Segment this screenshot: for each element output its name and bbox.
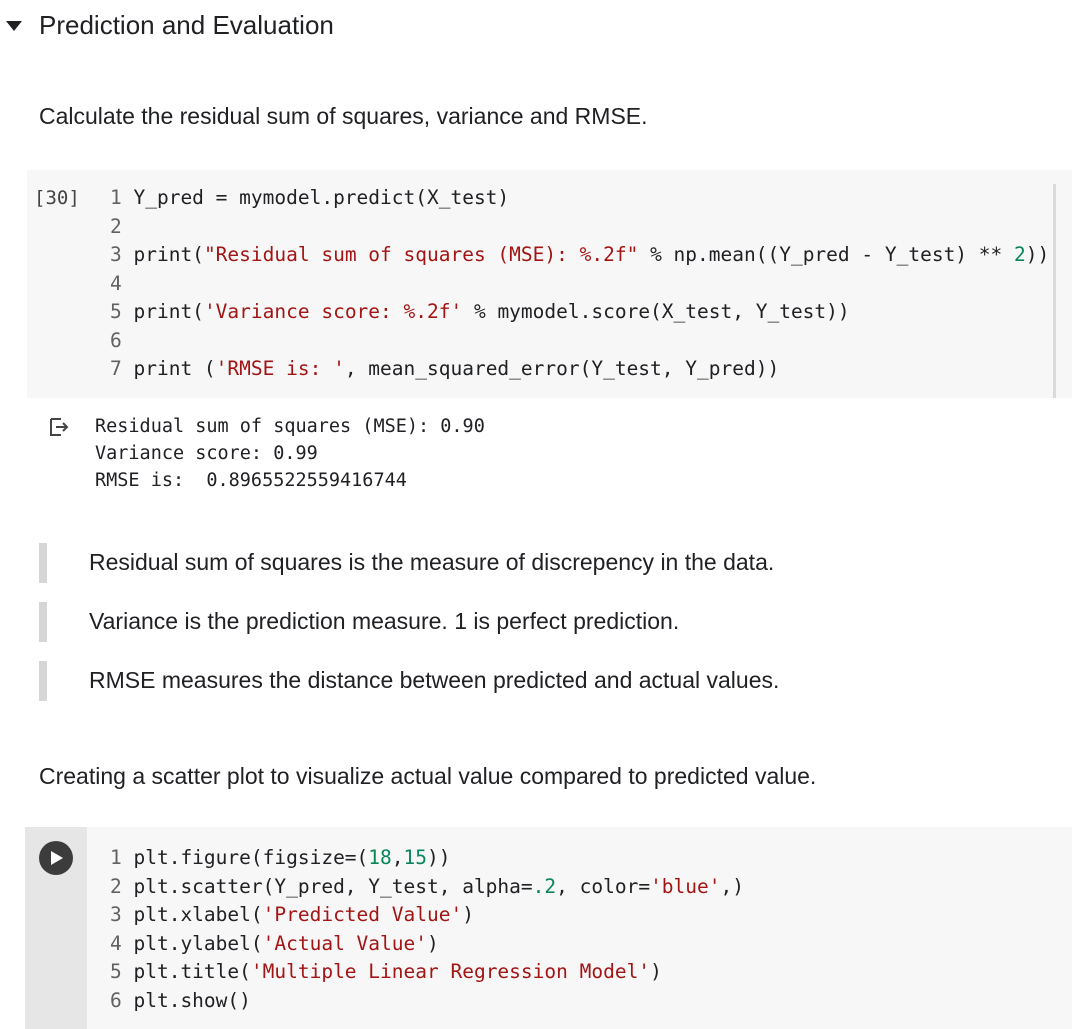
text-cell-scatter: Creating a scatter plot to visualize act… — [39, 763, 817, 789]
code-line[interactable]: 5 plt.title('Multiple Linear Regression … — [110, 958, 744, 987]
code-token: print( — [133, 300, 204, 323]
code-token: plt.title( — [133, 960, 251, 983]
code-line[interactable]: 7 print ('RMSE is: ', mean_squared_error… — [110, 355, 1049, 384]
code-token: Y_pred = mymodel.predict(X_test) — [133, 186, 510, 209]
code-line[interactable]: 3 plt.xlabel('Predicted Value') — [110, 901, 744, 930]
scrollbar[interactable] — [1053, 184, 1056, 398]
code-token: ) — [427, 931, 439, 955]
code-line[interactable]: 5 print('Variance score: %.2f' % mymodel… — [110, 298, 1049, 327]
line-number: 1 — [110, 186, 134, 209]
section-header[interactable]: Prediction and Evaluation — [0, 0, 1072, 56]
quote-bar — [39, 602, 47, 642]
line-number: 3 — [110, 903, 134, 926]
code-token: plt.ylabel( — [133, 931, 263, 955]
code-number: 15 — [403, 846, 428, 869]
code-string: "Residual sum of squares (MSE): %.2f" — [203, 243, 639, 266]
output-arrow-icon[interactable] — [48, 416, 70, 438]
quote-text-rmse: RMSE measures the distance between predi… — [89, 667, 780, 693]
code-line[interactable]: 2 — [110, 213, 1049, 242]
output-line: RMSE is: 0.8965522559416744 — [95, 470, 407, 491]
code-line[interactable]: 1 plt.figure(figsize=(18,15)) — [110, 844, 744, 873]
code-token: )) — [427, 846, 451, 869]
code-line[interactable]: 1 Y_pred = mymodel.predict(X_test) — [110, 184, 1049, 213]
section-title: Prediction and Evaluation — [39, 10, 334, 40]
line-number: 3 — [110, 243, 134, 266]
quote-bar — [39, 661, 47, 701]
code-token: , color= — [556, 874, 651, 898]
caret-down-icon[interactable] — [6, 21, 22, 31]
line-number: 5 — [110, 300, 134, 323]
code-string: 'Multiple Linear Regression Model' — [250, 960, 651, 983]
quote-bar — [39, 543, 47, 583]
code-line[interactable]: 4 — [110, 270, 1049, 299]
run-cell-button[interactable] — [39, 841, 73, 875]
code-string: 'RMSE is: ' — [215, 357, 345, 380]
line-number: 2 — [110, 214, 134, 238]
code-line[interactable]: 3 print("Residual sum of squares (MSE): … — [110, 241, 1049, 270]
code-number: 2 — [1014, 243, 1026, 266]
code-token: plt.show() — [133, 988, 251, 1012]
line-number: 1 — [110, 846, 134, 869]
output-line: Variance score: 0.99 — [95, 443, 318, 464]
code-editor-2[interactable]: 1 plt.figure(figsize=(18,15)) 2 plt.scatt… — [110, 844, 744, 1015]
code-line[interactable]: 6 plt.show() — [110, 987, 744, 1016]
code-token: ,) — [720, 874, 744, 898]
quote-text-rss: Residual sum of squares is the measure o… — [89, 549, 775, 575]
quote-text-variance: Variance is the prediction measure. 1 is… — [89, 608, 680, 634]
code-token: print( — [133, 243, 204, 266]
code-token: , — [391, 846, 404, 869]
code-line[interactable]: 6 — [110, 327, 1049, 356]
code-token: plt.figure(figsize=( — [133, 846, 369, 869]
code-string: 'Actual Value' — [262, 931, 427, 955]
code-token: ) — [650, 960, 662, 983]
code-string: 'blue' — [650, 874, 721, 898]
code-line[interactable]: 4 plt.ylabel('Actual Value') — [110, 930, 744, 959]
code-string: 'Variance score: %.2f' — [203, 300, 463, 323]
code-number: 18 — [368, 846, 392, 869]
line-number: 2 — [110, 874, 134, 898]
code-token: plt.xlabel( — [133, 903, 263, 926]
cell-output-1: Residual sum of squares (MSE): 0.90 Varia… — [95, 413, 485, 494]
code-token: % np.mean((Y_pred - Y_test) ** — [638, 243, 1015, 266]
line-number: 7 — [110, 357, 134, 380]
code-token: print ( — [133, 357, 216, 380]
code-token: % mymodel.score(X_test, Y_test)) — [462, 300, 850, 323]
code-editor-1[interactable]: 1 Y_pred = mymodel.predict(X_test) 2 3 pr… — [110, 184, 1049, 384]
line-number: 5 — [110, 960, 134, 983]
line-number: 6 — [110, 328, 134, 352]
execution-count: [30] — [34, 187, 80, 209]
line-number: 4 — [110, 271, 134, 295]
code-token: ) — [462, 903, 474, 926]
play-icon — [51, 851, 63, 865]
line-number: 6 — [110, 988, 134, 1012]
code-number: .2 — [532, 874, 557, 898]
code-token: plt.scatter(Y_pred, Y_test, alpha= — [133, 874, 533, 898]
text-cell-intro: Calculate the residual sum of squares, v… — [39, 103, 648, 129]
code-line[interactable]: 2 plt.scatter(Y_pred, Y_test, alpha=.2, … — [110, 873, 744, 902]
output-line: Residual sum of squares (MSE): 0.90 — [95, 416, 485, 437]
code-token: , mean_squared_error(Y_test, Y_pred)) — [344, 357, 780, 380]
line-number: 4 — [110, 931, 134, 955]
code-token: )) — [1025, 243, 1050, 266]
code-string: 'Predicted Value' — [262, 903, 463, 926]
